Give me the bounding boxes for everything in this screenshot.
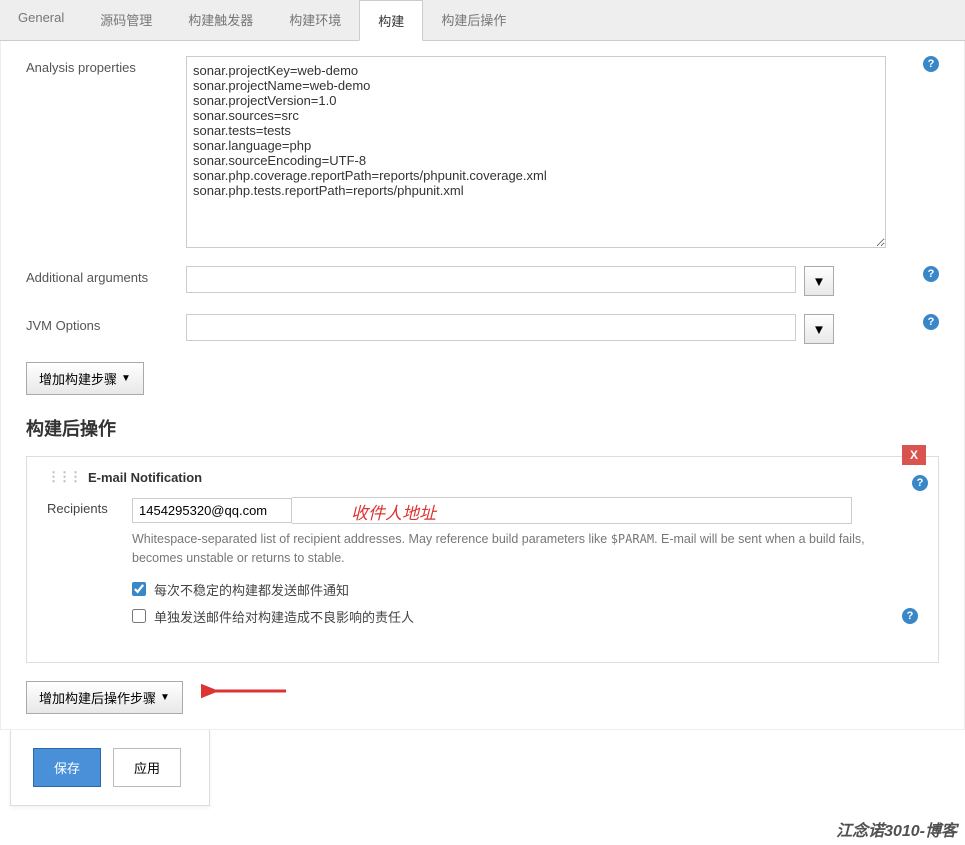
help-icon[interactable]: ? xyxy=(923,314,939,330)
tab-构建环境[interactable]: 构建环境 xyxy=(271,0,359,40)
tab-General[interactable]: General xyxy=(0,0,82,40)
drag-grip-icon[interactable]: ⋮⋮⋮ xyxy=(47,469,80,485)
analysis-properties-textarea[interactable] xyxy=(186,56,886,248)
recipients-hint: Whitespace-separated list of recipient a… xyxy=(132,530,918,568)
add-build-step-label: 增加构建步骤 xyxy=(39,369,117,388)
help-icon[interactable]: ? xyxy=(912,475,928,491)
add-build-step-button[interactable]: 增加构建步骤 ▼ xyxy=(26,362,144,395)
config-tabs: General源码管理构建触发器构建环境构建构建后操作 xyxy=(0,0,965,41)
post-build-section-title: 构建后操作 xyxy=(26,415,939,441)
email-notification-panel: X ? ⋮⋮⋮ E-mail Notification Recipients W… xyxy=(26,456,939,663)
chevron-down-icon: ▼ xyxy=(160,692,170,703)
jvm-options-input[interactable] xyxy=(186,314,796,341)
culprits-label: 单独发送邮件给对构建造成不良影响的责任人 xyxy=(154,607,414,626)
tab-构建触发器[interactable]: 构建触发器 xyxy=(170,0,271,40)
jvm-options-label: JVM Options xyxy=(26,314,186,333)
arrow-annotation-icon xyxy=(201,679,291,709)
apply-button[interactable]: 应用 xyxy=(113,748,181,787)
chevron-down-icon: ▼ xyxy=(812,322,825,337)
additional-arguments-label: Additional arguments xyxy=(26,266,186,285)
tab-构建[interactable]: 构建 xyxy=(359,0,423,41)
tab-源码管理[interactable]: 源码管理 xyxy=(82,0,170,40)
add-post-build-step-button[interactable]: 增加构建后操作步骤 ▼ xyxy=(26,681,183,714)
add-post-build-step-label: 增加构建后操作步骤 xyxy=(39,688,156,707)
help-icon[interactable]: ? xyxy=(902,608,918,624)
help-icon[interactable]: ? xyxy=(923,56,939,72)
culprits-checkbox[interactable] xyxy=(132,609,146,623)
tab-构建后操作[interactable]: 构建后操作 xyxy=(423,0,524,40)
recipients-input[interactable] xyxy=(132,498,292,523)
help-icon[interactable]: ? xyxy=(923,266,939,282)
annotation-recipients: 收件人地址 xyxy=(351,499,436,524)
footer-actions: 保存 应用 xyxy=(10,730,210,806)
chevron-down-icon: ▼ xyxy=(812,274,825,289)
analysis-properties-label: Analysis properties xyxy=(26,56,186,75)
recipients-label: Recipients xyxy=(47,497,132,516)
save-button[interactable]: 保存 xyxy=(33,748,101,787)
advanced-dropdown-button[interactable]: ▼ xyxy=(804,266,834,296)
advanced-dropdown-button[interactable]: ▼ xyxy=(804,314,834,344)
unstable-build-checkbox[interactable] xyxy=(132,582,146,596)
config-content: Analysis properties ? Additional argumen… xyxy=(0,41,965,730)
watermark: 江念诺3010-博客 xyxy=(836,817,957,841)
close-icon[interactable]: X xyxy=(902,445,926,465)
unstable-build-label: 每次不稳定的构建都发送邮件通知 xyxy=(154,580,349,599)
additional-arguments-input[interactable] xyxy=(186,266,796,293)
chevron-down-icon: ▼ xyxy=(121,373,131,384)
panel-title: E-mail Notification xyxy=(88,470,202,485)
